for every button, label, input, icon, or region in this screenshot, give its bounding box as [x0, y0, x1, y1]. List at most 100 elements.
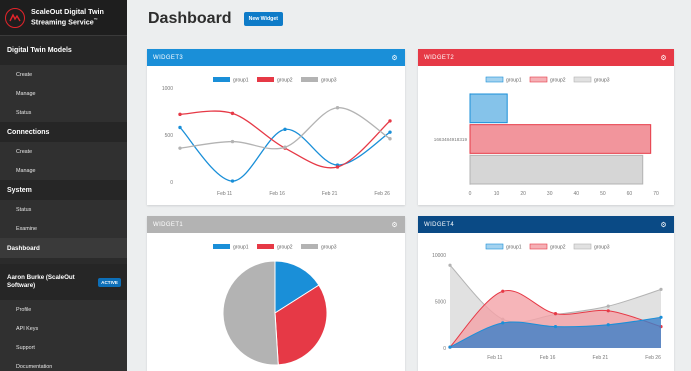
x-tick-label: Feb 21	[322, 191, 338, 197]
legend-swatch-group3	[573, 243, 592, 250]
x-tick-label: Feb 21	[593, 355, 609, 361]
widget3-header: WIDGET3 ⚙	[147, 49, 405, 66]
widget4-area-chart: group1 group2 group3 0 5000 10000 Feb 11 Feb 16…	[432, 243, 663, 361]
legend-label-group2: group2	[550, 245, 566, 251]
gear-icon[interactable]: ⚙	[391, 54, 398, 62]
data-point-group1	[283, 127, 287, 132]
x-tick-label: 70	[653, 191, 659, 197]
gear-icon[interactable]: ⚙	[660, 54, 667, 62]
legend-label-group1: group1	[506, 78, 522, 84]
bar-group3	[469, 154, 644, 185]
user-row[interactable]: Aaron Burke (ScaleOut Software) ACTIVE	[0, 264, 127, 300]
data-point-group2	[335, 165, 340, 169]
legend-swatch-group2	[529, 243, 548, 250]
data-point-group2	[606, 309, 610, 313]
widget4-card: WIDGET4 ⚙ group1 group2 group3 0 5000 10000 Fe…	[418, 216, 674, 371]
legend-label-group3: group3	[594, 245, 610, 251]
x-tick-label: 30	[547, 191, 553, 197]
data-point-group3	[283, 145, 287, 149]
sidebar: ScaleOut Digital Twin Streaming Service™…	[0, 0, 127, 371]
legend-swatch-group2	[257, 244, 274, 249]
legend-label-group1: group1	[233, 245, 249, 251]
nav-section-digital-twin-models: Digital Twin Models	[0, 36, 127, 65]
data-point-group2	[230, 111, 235, 116]
y-tick-label: 500	[165, 133, 174, 139]
legend-label-group1: group1	[506, 245, 522, 251]
data-point-group3	[448, 263, 452, 267]
gear-icon[interactable]: ⚙	[391, 221, 398, 229]
data-point-group2	[178, 112, 182, 117]
bar-group1	[469, 93, 508, 124]
x-tick-label: Feb 16	[540, 355, 556, 361]
brand-line2: Streaming Service	[31, 17, 94, 27]
y-tick-label: 10000	[432, 253, 446, 259]
category-label: 1663484918319	[434, 137, 468, 142]
data-point-group1	[388, 130, 392, 134]
y-tick-label: 0	[443, 346, 446, 352]
data-point-group3	[178, 146, 182, 150]
data-point-group2	[553, 311, 558, 316]
nav-item-conn-manage[interactable]: Manage	[0, 161, 127, 180]
widget1-title: WIDGET1	[153, 221, 184, 228]
nav-item-api-keys[interactable]: API Keys	[0, 319, 127, 338]
nav-item-dashboard[interactable]: Dashboard	[0, 238, 127, 258]
legend-swatch-group1	[485, 76, 504, 83]
brand[interactable]: ScaleOut Digital Twin Streaming Service™	[0, 0, 127, 36]
x-tick-label: 10	[494, 191, 500, 197]
nav-item-dtm-create[interactable]: Create	[0, 65, 127, 84]
nav-item-dtm-status[interactable]: Status	[0, 103, 127, 122]
y-tick-label: 0	[170, 180, 173, 186]
gear-icon[interactable]: ⚙	[660, 221, 667, 229]
legend-swatch-group1	[485, 243, 504, 250]
legend-label-group1: group1	[233, 78, 249, 84]
page-header: Dashboard New Widget	[127, 0, 691, 38]
nav-item-profile[interactable]: Profile	[0, 300, 127, 319]
nav-item-sys-examine[interactable]: Examine	[0, 219, 127, 238]
data-point-group1	[448, 345, 452, 349]
x-tick-label: 40	[574, 191, 580, 197]
nav-item-support[interactable]: Support	[0, 338, 127, 357]
widget2-header: WIDGET2 ⚙	[418, 49, 674, 66]
brand-tm: ™	[93, 17, 98, 23]
data-point-group3	[335, 106, 340, 110]
page-title: Dashboard	[148, 10, 232, 27]
nav-item-sys-status[interactable]: Status	[0, 200, 127, 219]
x-tick-label: 60	[627, 191, 633, 197]
widget4-header: WIDGET4 ⚙	[418, 216, 674, 233]
nav-item-dtm-manage[interactable]: Manage	[0, 84, 127, 103]
data-point-group1	[606, 323, 610, 327]
data-point-group1	[178, 125, 182, 130]
legend-label-group2: group2	[550, 78, 566, 84]
legend-label-group2: group2	[277, 78, 293, 84]
legend-label-group2: group2	[277, 245, 293, 251]
x-tick-label: Feb 11	[487, 355, 502, 361]
widget3-card: WIDGET3 ⚙ group1 group2 group3 0 500 1000 Feb …	[147, 49, 405, 205]
nav-section-system: System	[0, 180, 127, 200]
scaleout-logo-icon	[5, 7, 25, 28]
widget2-title: WIDGET2	[424, 54, 455, 61]
x-tick-label: Feb 26	[374, 191, 390, 197]
legend-swatch-group1	[213, 77, 230, 82]
new-widget-button[interactable]: New Widget	[243, 12, 283, 26]
data-point-group3	[606, 304, 610, 308]
widget1-card: WIDGET1 ⚙ group1 group2 group3	[147, 216, 405, 371]
x-tick-label: Feb 11	[217, 191, 232, 197]
nav-item-documentation[interactable]: Documentation	[0, 357, 127, 371]
x-tick-label: 20	[520, 191, 526, 197]
widget3-line-chart: group1 group2 group3 0 500 1000 Feb 11 Feb 16 Fe…	[162, 77, 392, 197]
series-line-group1	[179, 127, 391, 182]
active-badge: ACTIVE	[98, 277, 121, 287]
user-name: Aaron Burke (ScaleOut Software)	[7, 274, 75, 289]
legend-swatch-group2	[257, 77, 274, 82]
x-tick-label: 0	[469, 191, 472, 197]
nav-section-connections: Connections	[0, 122, 127, 142]
pie-slice-group3	[222, 260, 279, 366]
widget3-title: WIDGET3	[153, 54, 184, 61]
x-tick-label: Feb 16	[269, 191, 285, 197]
data-point-group1	[501, 321, 505, 325]
nav-item-conn-create[interactable]: Create	[0, 142, 127, 161]
series-line-group2	[179, 110, 391, 169]
data-point-group1	[553, 325, 558, 329]
data-point-group3	[388, 137, 392, 141]
bar-group2	[469, 124, 652, 154]
